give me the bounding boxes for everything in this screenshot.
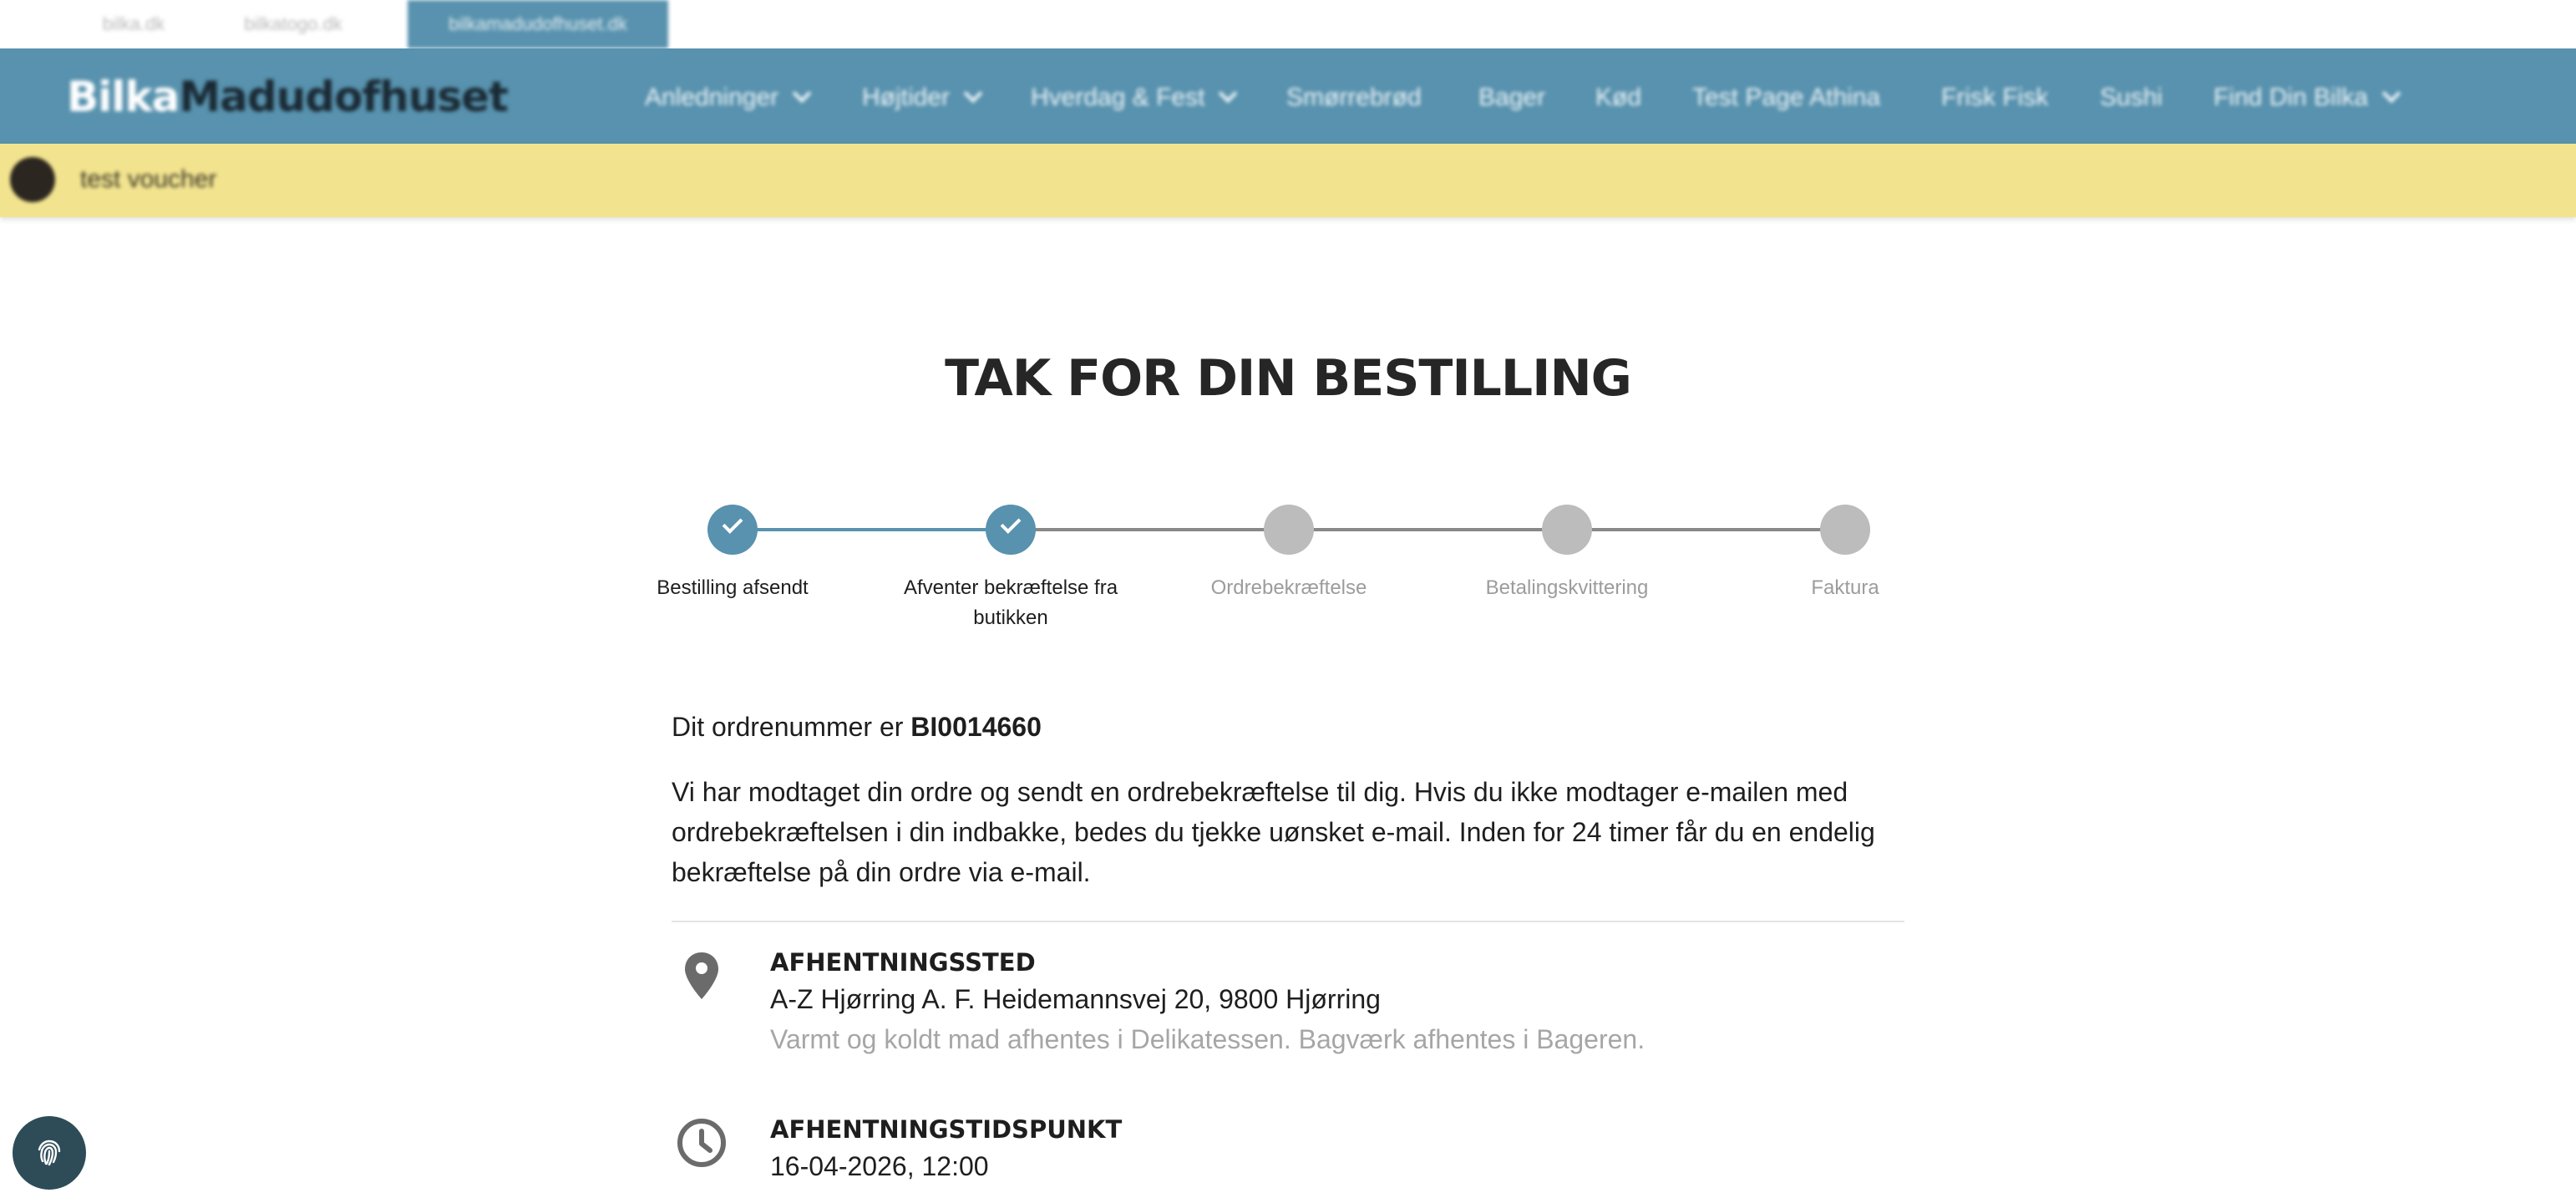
- order-number-line: Dit ordrenummer er BI0014660: [672, 708, 1904, 745]
- fingerprint-icon: [38, 1140, 61, 1166]
- site-header: Bilka Madudofhuset Anledninger Højtider H…: [0, 48, 2576, 144]
- site-tabs: bilka.dk bilkatogo.dk bilkamadudofhuset.…: [0, 0, 2576, 48]
- nav-label: Hverdag & Fest: [1031, 84, 1205, 111]
- nav-item-test-page-athina[interactable]: Test Page Athina: [1692, 79, 1880, 117]
- step-3-indicator: [1264, 505, 1314, 555]
- voucher-banner: test voucher: [0, 144, 2576, 217]
- nav-label: Frisk Fisk: [1941, 84, 2049, 111]
- site-logo[interactable]: Bilka Madudofhuset: [67, 73, 509, 121]
- step-3-label: Ordrebekræftelse: [1210, 576, 1367, 599]
- pickup-time-value: 16-04-2026, 12:00: [770, 1151, 989, 1181]
- step-5-indicator: [1820, 505, 1870, 555]
- nav-label: Kød: [1595, 84, 1642, 111]
- step-2-label: Afventer bekræftelse fra butikken: [903, 576, 1118, 629]
- logo-text-bilka: Bilka: [67, 73, 180, 121]
- chevron-down-icon: [2381, 84, 2401, 104]
- step-4-label: Betalingskvittering: [1485, 576, 1649, 599]
- checkmark-icon: [722, 513, 743, 534]
- avatar: [10, 157, 55, 202]
- pickup-time-heading: AFHENTNINGSTIDSPUNKT: [770, 1115, 1123, 1144]
- nav-item-kod[interactable]: Kød: [1595, 79, 1641, 117]
- nav-item-anledninger[interactable]: Anledninger: [645, 79, 812, 117]
- order-number-prefix: Dit ordrenummer er: [672, 712, 904, 742]
- nav-item-hverdag-fest[interactable]: Hverdag & Fest: [1031, 79, 1238, 117]
- clock-icon: [672, 1113, 732, 1173]
- step-1-indicator: [707, 505, 758, 555]
- checkmark-icon: [1000, 513, 1022, 534]
- page-title: TAK FOR DIN BESTILLING: [945, 349, 1632, 408]
- site-tab-bilkatogo[interactable]: bilkatogo.dk: [214, 0, 373, 48]
- step-5-label: Faktura: [1811, 576, 1879, 599]
- nav-label: Find Din Bilka: [2213, 84, 2369, 111]
- nav-item-smorrebrod[interactable]: Smørrebrød: [1286, 79, 1422, 117]
- step-connector: [1011, 528, 1289, 531]
- pickup-location-note: Varmt og koldt mad afhentes i Delikatess…: [770, 1024, 1645, 1054]
- step-4-indicator: [1542, 505, 1592, 555]
- pickup-location-address: A-Z Hjørring A. F. Heidemannsvej 20, 980…: [770, 984, 1381, 1014]
- order-number: BI0014660: [910, 712, 1042, 742]
- nav-item-sushi[interactable]: Sushi: [2100, 79, 2163, 117]
- logo-text-madudofhuset: Madudofhuset: [179, 73, 509, 121]
- privacy-fingerprint-button[interactable]: [13, 1116, 86, 1190]
- chevron-down-icon: [1219, 84, 1238, 104]
- nav-label: Anledninger: [645, 84, 779, 111]
- site-tab-bilka[interactable]: bilka.dk: [75, 0, 192, 48]
- site-tab-madudofhuset[interactable]: bilkamadudofhuset.dk: [408, 0, 668, 48]
- nav-item-frisk-fisk[interactable]: Frisk Fisk: [1941, 79, 2048, 117]
- nav-label: Højtider: [862, 84, 951, 111]
- step-2-indicator: [986, 505, 1036, 555]
- pickup-location-details: AFHENTNINGSSTED A-Z Hjørring A. F. Heide…: [770, 946, 1645, 1059]
- chevron-down-icon: [792, 84, 812, 104]
- nav-label: Test Page Athina: [1692, 84, 1881, 111]
- nav-item-find-din-bilka[interactable]: Find Din Bilka: [2213, 79, 2401, 117]
- nav-label: Bager: [1478, 84, 1546, 111]
- step-1-label: Bestilling afsendt: [657, 576, 809, 599]
- order-summary: Dit ordrenummer er BI0014660 Vi har modt…: [672, 708, 1904, 892]
- step-connector: [733, 528, 1011, 531]
- location-pin-icon: [672, 946, 732, 1006]
- nav-label: Sushi: [2100, 84, 2163, 111]
- step-connector: [1289, 528, 1567, 531]
- order-progress-stepper: Bestilling afsendt Afventer bekræftelse …: [635, 493, 1938, 643]
- pickup-time-details: AFHENTNINGSTIDSPUNKT 16-04-2026, 12:00: [770, 1113, 1122, 1186]
- nav-label: Smørrebrød: [1286, 84, 1422, 111]
- nav-item-hojtider[interactable]: Højtider: [862, 79, 983, 117]
- chevron-down-icon: [963, 84, 983, 104]
- order-description: Vi har modtaget din ordre og sendt en or…: [672, 777, 1875, 887]
- step-connector: [1567, 528, 1845, 531]
- divider: [672, 921, 1904, 922]
- voucher-text: test voucher: [80, 165, 217, 193]
- pickup-location-heading: AFHENTNINGSSTED: [770, 948, 1036, 977]
- nav-item-bager[interactable]: Bager: [1478, 79, 1545, 117]
